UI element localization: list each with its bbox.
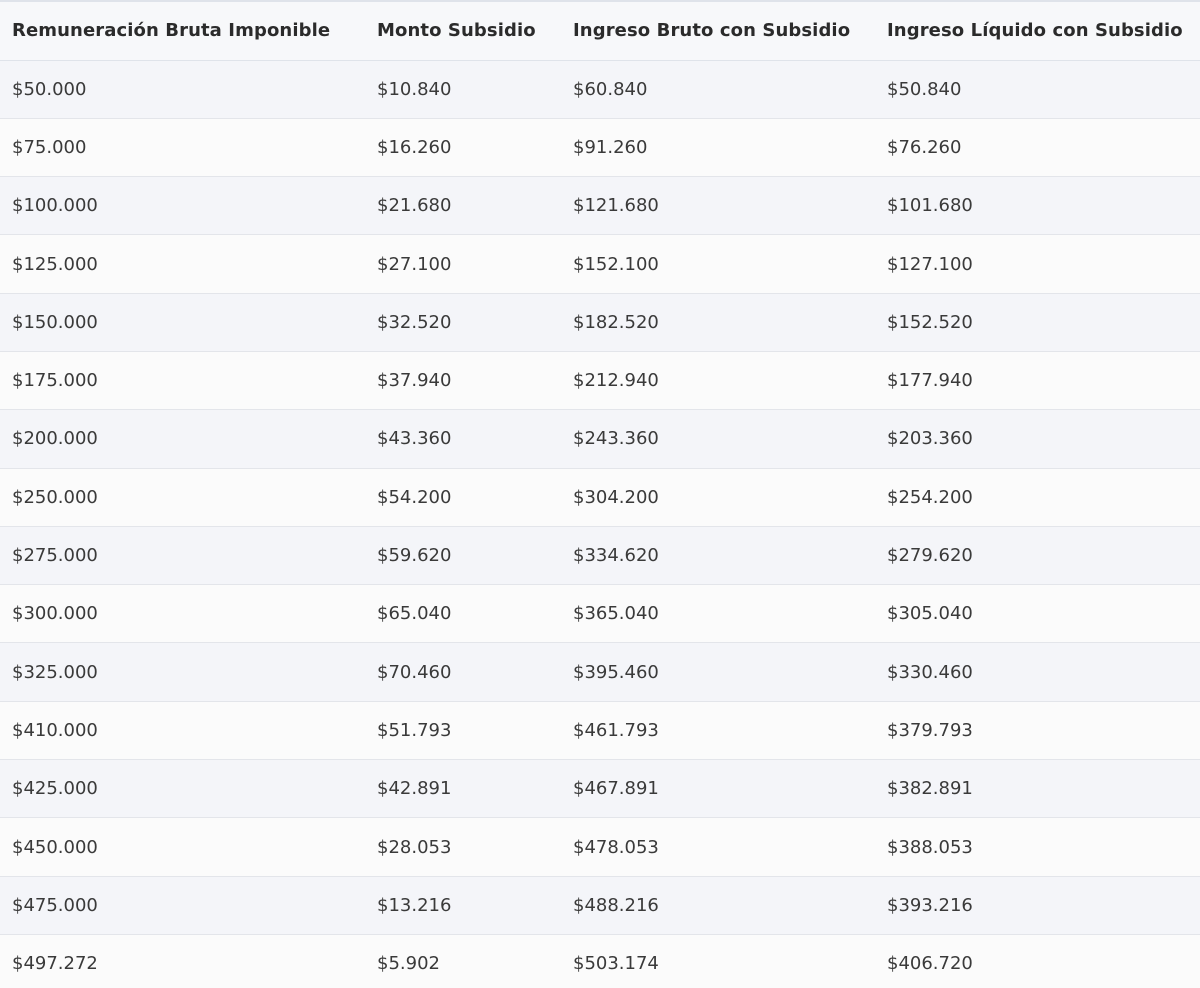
cell-remuneracion-bruta: $325.000	[12, 661, 98, 683]
cell-monto-subsidio: $70.460	[377, 661, 452, 683]
cell-ingreso-bruto: $304.200	[573, 486, 659, 508]
cell-remuneracion-bruta: $200.000	[12, 428, 98, 450]
cell-remuneracion-bruta: $410.000	[12, 719, 98, 741]
cell-ingreso-bruto: $488.216	[573, 894, 659, 916]
cell-monto-subsidio: $65.040	[377, 603, 452, 625]
cell-ingreso-liquido: $76.260	[887, 136, 962, 158]
cell-ingreso-bruto: $243.360	[573, 428, 659, 450]
cell-remuneracion-bruta: $125.000	[12, 253, 98, 275]
table-row: $150.000 $32.520 $182.520 $152.520	[0, 293, 1200, 352]
table-row: $410.000 $51.793 $461.793 $379.793	[0, 701, 1200, 760]
cell-ingreso-bruto: $334.620	[573, 545, 659, 567]
cell-monto-subsidio: $21.680	[377, 195, 452, 217]
cell-remuneracion-bruta: $497.272	[12, 953, 98, 975]
header-remuneracion-bruta-imponible: Remuneración Bruta Imponible	[12, 20, 331, 42]
header-ingreso-bruto-con-subsidio: Ingreso Bruto con Subsidio	[573, 20, 851, 42]
cell-ingreso-bruto: $467.891	[573, 778, 659, 800]
cell-ingreso-bruto: $478.053	[573, 836, 659, 858]
cell-ingreso-liquido: $50.840	[887, 78, 962, 100]
cell-monto-subsidio: $28.053	[377, 836, 452, 858]
cell-ingreso-liquido: $305.040	[887, 603, 973, 625]
cell-remuneracion-bruta: $100.000	[12, 195, 98, 217]
cell-ingreso-liquido: $152.520	[887, 311, 973, 333]
cell-ingreso-bruto: $60.840	[573, 78, 648, 100]
table-row: $50.000 $10.840 $60.840 $50.840	[0, 60, 1200, 119]
cell-remuneracion-bruta: $75.000	[12, 136, 87, 158]
table-row: $450.000 $28.053 $478.053 $388.053	[0, 817, 1200, 877]
table-row: $300.000 $65.040 $365.040 $305.040	[0, 584, 1200, 643]
cell-ingreso-liquido: $382.891	[887, 778, 973, 800]
cell-remuneracion-bruta: $425.000	[12, 778, 98, 800]
cell-ingreso-liquido: $330.460	[887, 661, 973, 683]
cell-ingreso-bruto: $212.940	[573, 370, 659, 392]
cell-ingreso-bruto: $503.174	[573, 953, 659, 975]
header-monto-subsidio: Monto Subsidio	[377, 20, 536, 42]
cell-monto-subsidio: $27.100	[377, 253, 452, 275]
cell-ingreso-liquido: $101.680	[887, 195, 973, 217]
cell-remuneracion-bruta: $450.000	[12, 836, 98, 858]
cell-monto-subsidio: $42.891	[377, 778, 452, 800]
cell-ingreso-liquido: $388.053	[887, 836, 973, 858]
cell-ingreso-liquido: $203.360	[887, 428, 973, 450]
table-row: $425.000 $42.891 $467.891 $382.891	[0, 759, 1200, 818]
cell-ingreso-liquido: $177.940	[887, 370, 973, 392]
cell-remuneracion-bruta: $475.000	[12, 894, 98, 916]
cell-ingreso-liquido: $393.216	[887, 894, 973, 916]
cell-ingreso-bruto: $365.040	[573, 603, 659, 625]
cell-remuneracion-bruta: $175.000	[12, 370, 98, 392]
cell-ingreso-bruto: $91.260	[573, 136, 648, 158]
header-ingreso-liquido-con-subsidio: Ingreso Líquido con Subsidio	[887, 20, 1183, 42]
table-row: $475.000 $13.216 $488.216 $393.216	[0, 876, 1200, 935]
cell-monto-subsidio: $5.902	[377, 953, 440, 975]
cell-ingreso-liquido: $379.793	[887, 719, 973, 741]
table-row: $175.000 $37.940 $212.940 $177.940	[0, 351, 1200, 410]
table-row: $275.000 $59.620 $334.620 $279.620	[0, 526, 1200, 585]
table-row: $325.000 $70.460 $395.460 $330.460	[0, 642, 1200, 702]
cell-ingreso-bruto: $152.100	[573, 253, 659, 275]
subsidy-table: Remuneración Bruta Imponible Monto Subsi…	[0, 2, 1200, 988]
table-row: $200.000 $43.360 $243.360 $203.360	[0, 409, 1200, 469]
cell-remuneracion-bruta: $150.000	[12, 311, 98, 333]
cell-ingreso-bruto: $121.680	[573, 195, 659, 217]
table-row: $100.000 $21.680 $121.680 $101.680	[0, 176, 1200, 235]
subsidy-table-container: Remuneración Bruta Imponible Monto Subsi…	[0, 0, 1200, 988]
cell-monto-subsidio: $43.360	[377, 428, 452, 450]
cell-monto-subsidio: $32.520	[377, 311, 452, 333]
cell-monto-subsidio: $13.216	[377, 894, 452, 916]
table-row: $250.000 $54.200 $304.200 $254.200	[0, 468, 1200, 527]
cell-ingreso-bruto: $461.793	[573, 719, 659, 741]
header-row: Remuneración Bruta Imponible Monto Subsi…	[0, 2, 1200, 60]
cell-monto-subsidio: $51.793	[377, 719, 452, 741]
cell-monto-subsidio: $37.940	[377, 370, 452, 392]
cell-ingreso-liquido: $279.620	[887, 545, 973, 567]
table-row: $75.000 $16.260 $91.260 $76.260	[0, 118, 1200, 177]
cell-monto-subsidio: $54.200	[377, 486, 452, 508]
cell-remuneracion-bruta: $300.000	[12, 603, 98, 625]
table-header: Remuneración Bruta Imponible Monto Subsi…	[0, 2, 1200, 60]
cell-ingreso-liquido: $127.100	[887, 253, 973, 275]
cell-remuneracion-bruta: $250.000	[12, 486, 98, 508]
table-body: $50.000 $10.840 $60.840 $50.840 $75.000 $16.2…	[0, 60, 1200, 988]
cell-ingreso-liquido: $254.200	[887, 486, 973, 508]
table-row: $497.272 $5.902 $503.174 $406.720	[0, 934, 1200, 988]
cell-ingreso-bruto: $182.520	[573, 311, 659, 333]
cell-ingreso-bruto: $395.460	[573, 661, 659, 683]
cell-remuneracion-bruta: $275.000	[12, 545, 98, 567]
cell-monto-subsidio: $10.840	[377, 78, 452, 100]
cell-monto-subsidio: $16.260	[377, 136, 452, 158]
cell-monto-subsidio: $59.620	[377, 545, 452, 567]
table-row: $125.000 $27.100 $152.100 $127.100	[0, 234, 1200, 294]
cell-ingreso-liquido: $406.720	[887, 953, 973, 975]
cell-remuneracion-bruta: $50.000	[12, 78, 87, 100]
